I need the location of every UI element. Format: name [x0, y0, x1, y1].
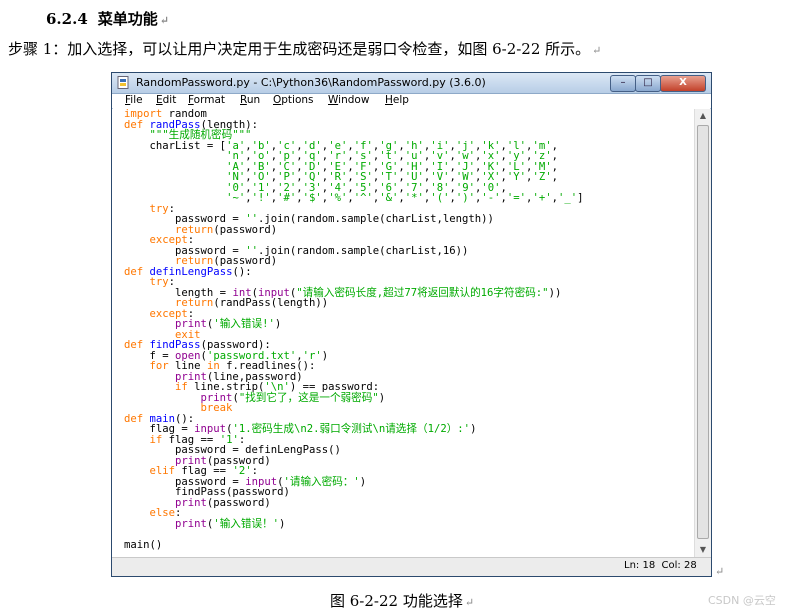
- code-token: ): [279, 517, 286, 530]
- minimize-button[interactable]: –: [610, 75, 636, 92]
- code-line: '~','!','#','$','%','^','&','*','(',')',…: [124, 192, 584, 204]
- code-token: '%': [328, 192, 348, 204]
- line-indicator: Ln: 18: [624, 560, 656, 571]
- code-token: 'Y': [506, 171, 527, 183]
- title-bar[interactable]: RandomPassword.py - C:\Python36\RandomPa…: [112, 73, 711, 94]
- menu-run[interactable]: Run: [240, 94, 260, 106]
- code-token: ]: [577, 192, 584, 204]
- close-button[interactable]: X: [660, 75, 706, 92]
- code-token: '-': [481, 192, 501, 204]
- paragraph-mark: ↵: [592, 44, 602, 57]
- code-token: ): [359, 475, 367, 488]
- code-token: "找到它了，这是一个弱密码": [238, 391, 379, 404]
- code-token: '&': [379, 192, 399, 204]
- scrollbar-thumb[interactable]: [697, 125, 709, 539]
- code-token: ,: [551, 171, 558, 183]
- menu-window[interactable]: Window: [328, 94, 369, 106]
- maximize-button[interactable]: □: [635, 75, 661, 92]
- code-editor[interactable]: import random def randPass(length): """生成…: [112, 109, 694, 557]
- code-token: "请输入密码长度,超过77将返回默认的16字符密码:": [296, 286, 549, 299]
- section-title: 菜单功能: [97, 10, 158, 28]
- paragraph-mark: ↵: [715, 565, 725, 578]
- code-line: print('输入错误！'): [124, 517, 584, 530]
- code-line: print(password): [124, 496, 584, 509]
- section-number: 6.2.4: [46, 10, 88, 28]
- step-paragraph: 步骤 1：加入选择，可以让用户决定用于生成密码还是弱口令检查，如图 6-2-22…: [8, 38, 601, 59]
- menu-file[interactable]: File: [125, 94, 143, 106]
- scroll-up-icon[interactable]: ▲: [695, 109, 711, 123]
- code-token: '^': [353, 192, 373, 204]
- code-text: import random def randPass(length): """生成…: [124, 109, 584, 550]
- paragraph-mark: ↵: [464, 596, 475, 609]
- code-token: ): [470, 423, 477, 435]
- code-token: '1.密码生成\n2.弱口令测试\n请选择（1/2）:': [232, 423, 471, 435]
- code-line: main(): [124, 538, 584, 551]
- idle-editor-window: RandomPassword.py - C:\Python36\RandomPa…: [111, 72, 712, 577]
- figure-caption: 图 6-2-22 功能选择 ↵: [330, 590, 474, 611]
- code-token: )): [548, 286, 562, 299]
- code-token: '=': [506, 192, 527, 204]
- section-heading: 6.2.4 菜单功能 ↵: [46, 8, 169, 29]
- code-token: '(': [430, 192, 450, 204]
- menu-bar: File Edit Format Run Options Window Help: [112, 94, 711, 108]
- code-token: '请输入密码：': [283, 475, 360, 488]
- code-token: (password): [206, 496, 271, 509]
- code-token: ): [274, 318, 282, 330]
- code-token: '输入错误！': [213, 517, 280, 530]
- code-token: (randPass(length)): [213, 297, 329, 309]
- code-token: '#': [277, 192, 297, 204]
- menu-edit[interactable]: Edit: [156, 94, 176, 106]
- code-token: ')': [455, 192, 475, 204]
- code-token: break: [200, 402, 233, 414]
- menu-format[interactable]: Format: [188, 94, 225, 106]
- scroll-down-icon[interactable]: ▼: [695, 543, 711, 557]
- code-token: '*': [404, 192, 424, 204]
- code-token: '~': [226, 192, 246, 204]
- code-token: ): [378, 391, 386, 404]
- code-token: '!': [251, 192, 271, 204]
- code-token: '+': [532, 192, 552, 204]
- code-line: def definLengPass():: [124, 265, 584, 278]
- code-token: .join(random.sample(charList,16)): [257, 244, 469, 257]
- menu-options[interactable]: Options: [273, 94, 314, 106]
- code-token: '$': [302, 192, 322, 204]
- cursor-position: Ln: 18 Col: 28: [624, 560, 697, 571]
- code-token: '_': [557, 192, 578, 204]
- menu-help[interactable]: Help: [385, 94, 409, 106]
- caption-text: 图 6-2-22 功能选择: [330, 592, 463, 610]
- status-bar: Ln: 18 Col: 28: [112, 557, 711, 576]
- code-token: .join(random.sample(charList,length)): [257, 213, 494, 225]
- window-title: RandomPassword.py - C:\Python36\RandomPa…: [136, 76, 486, 89]
- code-token: main(): [124, 538, 163, 551]
- code-token: (password): [213, 223, 278, 236]
- code-token: ():: [232, 265, 252, 278]
- step-text: 步骤 1：加入选择，可以让用户决定用于生成密码还是弱口令检查，如图 6-2-22…: [8, 40, 591, 58]
- col-indicator: Col: 28: [661, 560, 697, 571]
- paragraph-mark: ↵: [159, 14, 169, 27]
- python-file-icon: [117, 76, 129, 89]
- code-token: print: [175, 517, 207, 530]
- code-token: '输入错误!': [213, 318, 275, 330]
- code-token: 'Z': [532, 171, 552, 183]
- vertical-scrollbar[interactable]: ▲ ▼: [694, 109, 711, 557]
- watermark: CSDN @云空: [708, 594, 776, 607]
- code-token: ): [321, 349, 329, 362]
